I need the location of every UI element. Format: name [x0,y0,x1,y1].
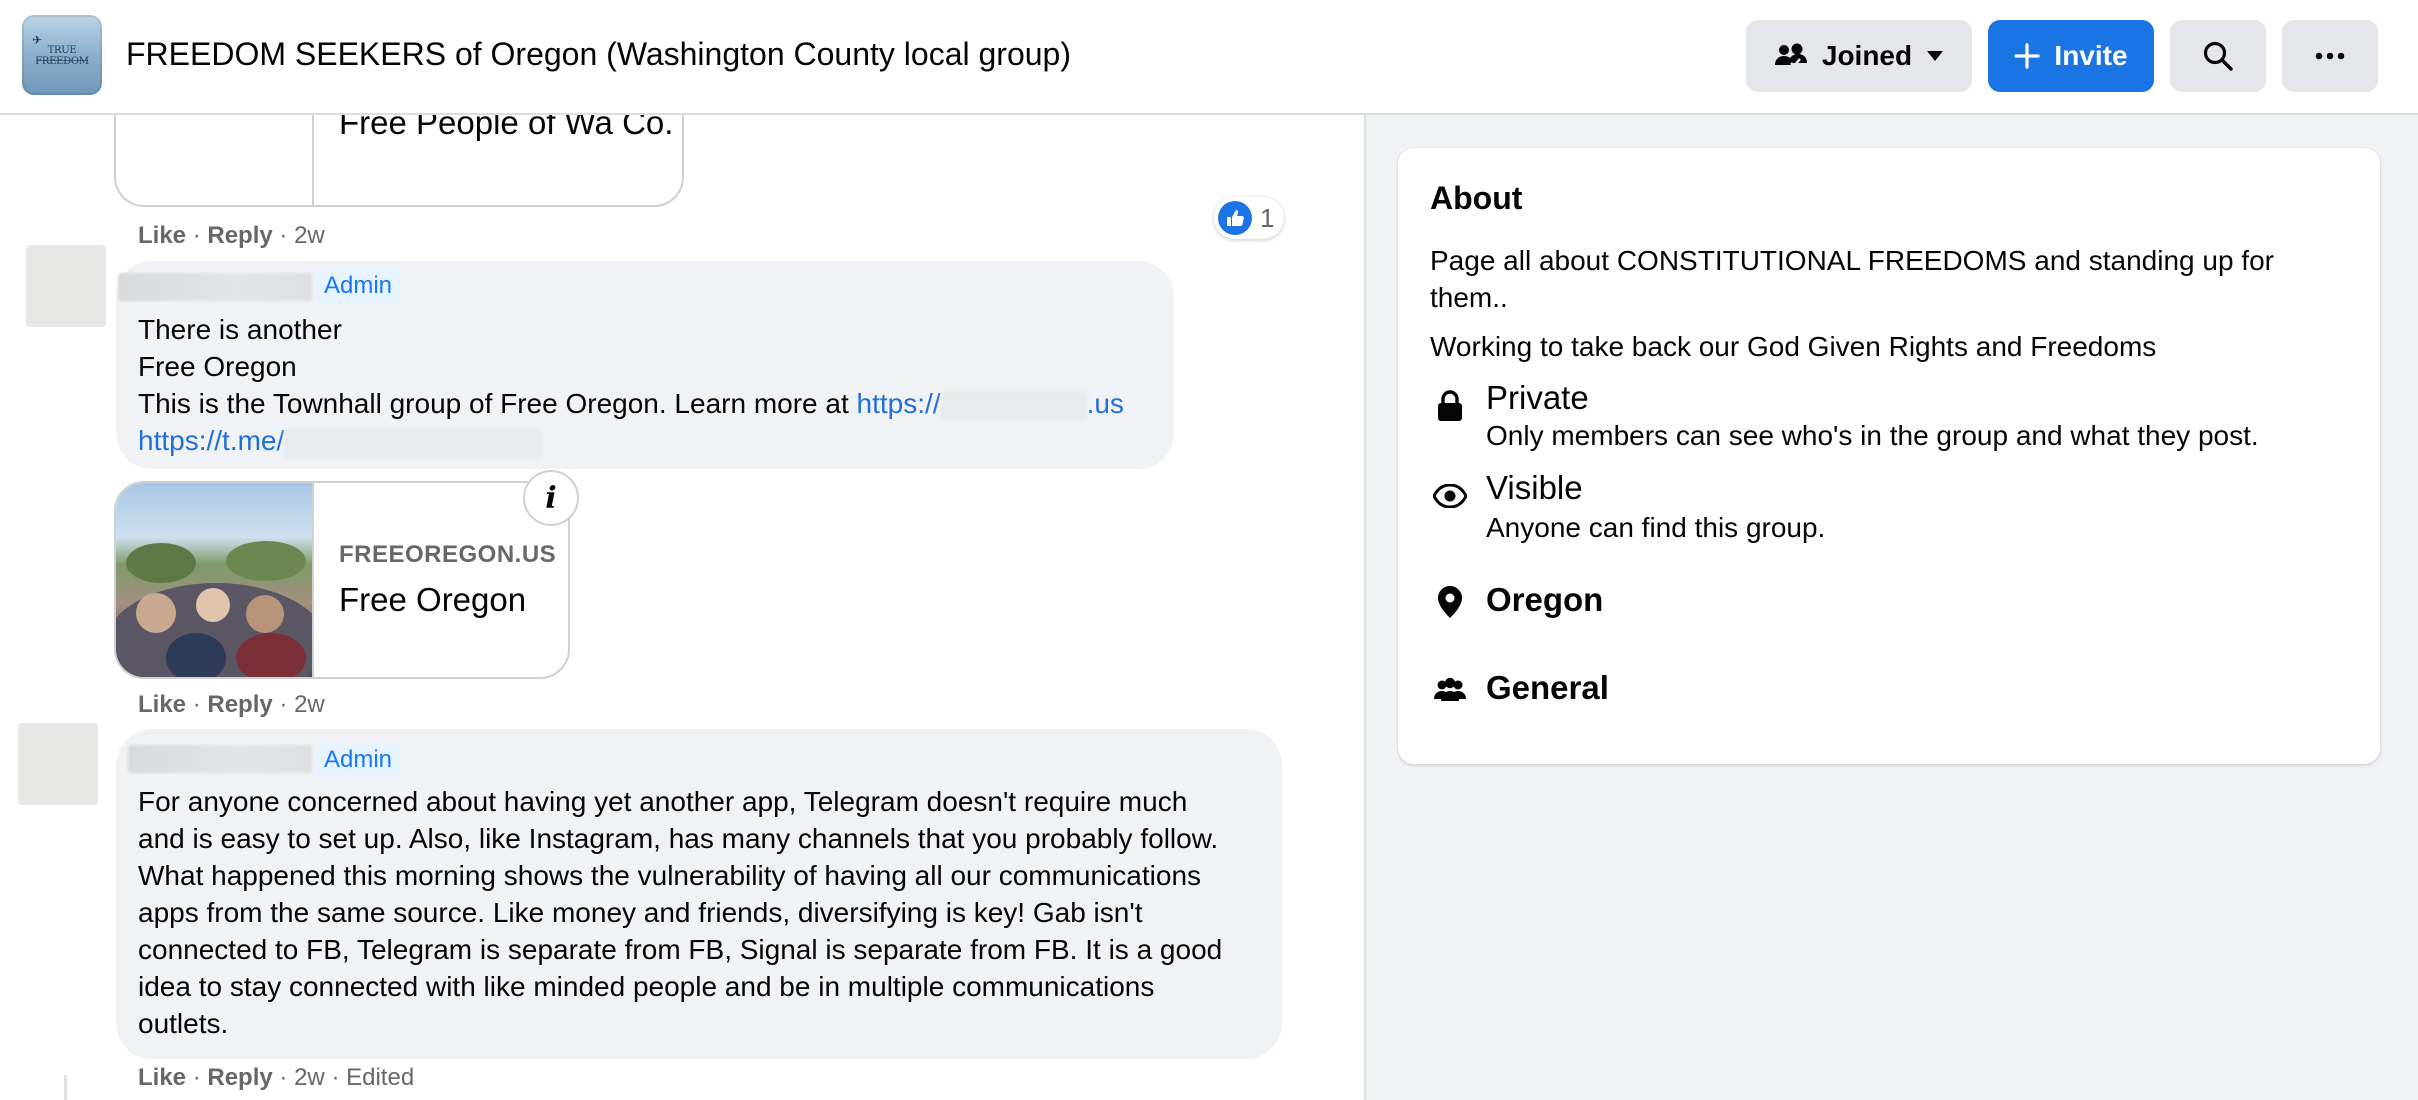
like-link[interactable]: Like [138,691,186,718]
about-heading: About [1430,180,1523,216]
caret-down-icon [1926,50,1944,62]
comment-text-line: outlets. [138,1008,229,1039]
plus-icon [2014,43,2041,69]
privacy-title: Private [1486,379,1589,416]
group-header: ✈ TRUE FREEDOM FREEDOM SEEKERS of Oregon… [0,0,2418,115]
visibility-title: Visible [1486,469,1583,506]
comment-text-line: connected to FB, Telegram is separate fr… [138,934,1223,965]
website-link[interactable]: https://.us [857,388,1124,421]
link-card-title: Free Oregon [339,581,527,618]
crowd-photo [116,483,312,677]
admin-badge: Admin [316,269,401,303]
link-card-title: Free People of Wa Co. [339,115,674,141]
comment-bubble: Admin For anyone concerned about having … [116,729,1282,1059]
telegram-link[interactable]: https://t.me/ [138,422,543,459]
location-pin-icon [1430,582,1470,622]
location-link[interactable]: Oregon [1486,580,1603,620]
more-icon [2315,52,2345,60]
eye-icon [1430,476,1470,516]
reaction-count-badge[interactable]: 1 [1214,197,1285,239]
reaction-count: 1 [1260,202,1275,233]
like-link[interactable]: Like [138,222,186,249]
joined-button[interactable]: Joined [1746,20,1972,92]
comment-text-line: Free Oregon [138,351,297,382]
search-button[interactable] [2170,20,2266,92]
group-members-icon [1774,41,1808,71]
group-description-2: Working to take back our God Given Right… [1430,331,2157,362]
comment-bubble: Admin There is another Free Oregon This … [116,261,1174,469]
people-icon [1430,670,1470,710]
comments-feed: Free People of Wa Co. Like · Reply · 2w … [0,115,1366,1100]
comment-text-line: This is the Townhall group of Free Orego… [138,385,1124,422]
comment-text: This is the Townhall group of Free Orego… [138,388,857,419]
like-link[interactable]: Like [138,1064,186,1091]
link-card-domain: FREEOREGON.US [339,541,557,568]
lock-icon [1430,386,1470,426]
link-preview-card[interactable]: FREEOREGON.US Free Oregon [114,481,570,679]
invite-label: Invite [2054,40,2128,71]
thumbs-up-icon [1218,201,1252,235]
group-description: Page all about CONSTITUTIONAL FREEDOMS a… [1430,245,2274,313]
avatar[interactable] [26,245,106,327]
comment-timestamp[interactable]: 2w [294,691,325,718]
reply-link[interactable]: Reply [207,691,272,718]
reply-link[interactable]: Reply [207,1064,272,1091]
group-title[interactable]: FREEDOM SEEKERS of Oregon (Washington Co… [126,34,1071,74]
comment-text-line: What happened this morning shows the vul… [138,860,1202,891]
comment-text-line: There is another [138,314,342,345]
commenter-name-redacted[interactable] [128,745,312,773]
about-card: About Page all about CONSTITUTIONAL FREE… [1398,148,2380,764]
joined-label: Joined [1821,40,1913,71]
comment-timestamp[interactable]: 2w [294,1064,325,1091]
admin-badge: Admin [316,743,401,777]
edited-label[interactable]: Edited [346,1064,414,1091]
privacy-description: Only members can see who's in the group … [1486,420,2259,451]
visibility-description: Anyone can find this group. [1486,512,1826,543]
comment-text-line: idea to stay connected with like minded … [138,971,1155,1002]
avatar[interactable] [18,723,98,805]
link-preview-card[interactable]: Free People of Wa Co. [114,115,684,207]
info-button[interactable]: i [523,470,579,526]
invite-button[interactable]: Invite [1988,20,2154,92]
comment-timestamp[interactable]: 2w [294,222,325,249]
thread-line [64,1075,67,1100]
commenter-name-redacted[interactable] [118,273,312,301]
comment-actions: Like · Reply · 2w [138,691,325,718]
comment-actions: Like · Reply · 2w [138,222,325,249]
category-link[interactable]: General [1486,668,1609,708]
comment-text-line: and is easy to set up. Also, like Instag… [138,823,1219,854]
search-icon [2202,40,2234,72]
reply-link[interactable]: Reply [207,222,272,249]
comment-actions: Like · Reply · 2w · Edited [138,1064,415,1091]
comment-text-line: apps from the same source. Like money an… [138,897,1143,928]
group-cover-thumbnail[interactable]: ✈ TRUE FREEDOM [22,15,102,95]
group-thumbnail-text: TRUE FREEDOM [35,45,89,67]
more-options-button[interactable] [2282,20,2378,92]
comment-text-line: For anyone concerned about having yet an… [138,786,1188,817]
